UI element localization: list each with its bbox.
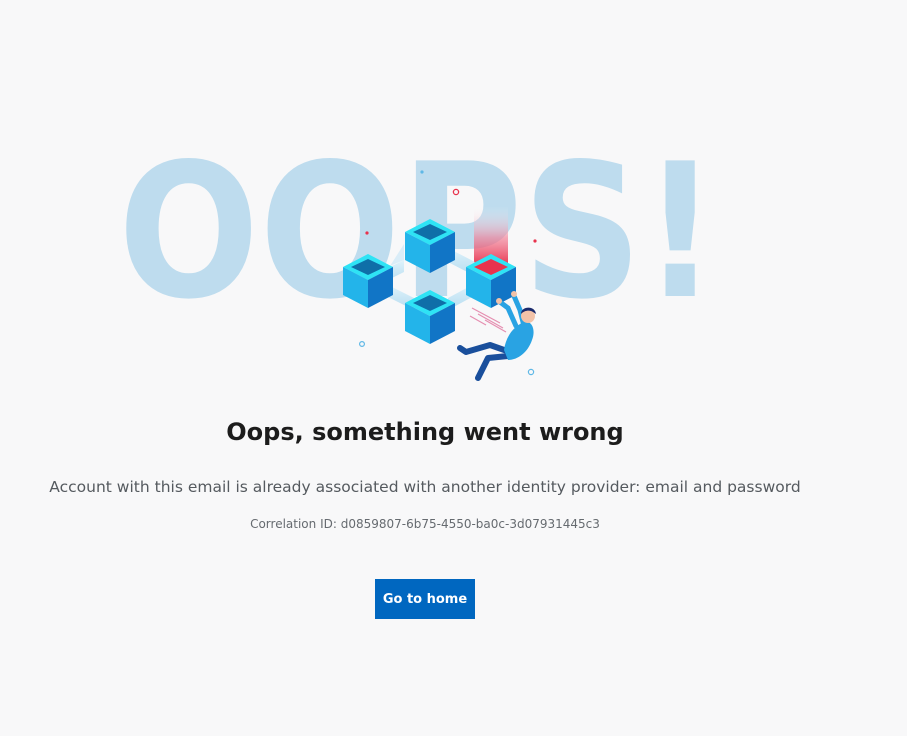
error-illustration: OOPS! (118, 123, 718, 381)
go-to-home-button[interactable]: Go to home (375, 579, 475, 619)
error-message: Account with this email is already assoc… (49, 478, 801, 496)
correlation-id: Correlation ID: d0859807-6b75-4550-ba0c-… (250, 517, 600, 531)
error-title: Oops, something went wrong (226, 418, 624, 446)
